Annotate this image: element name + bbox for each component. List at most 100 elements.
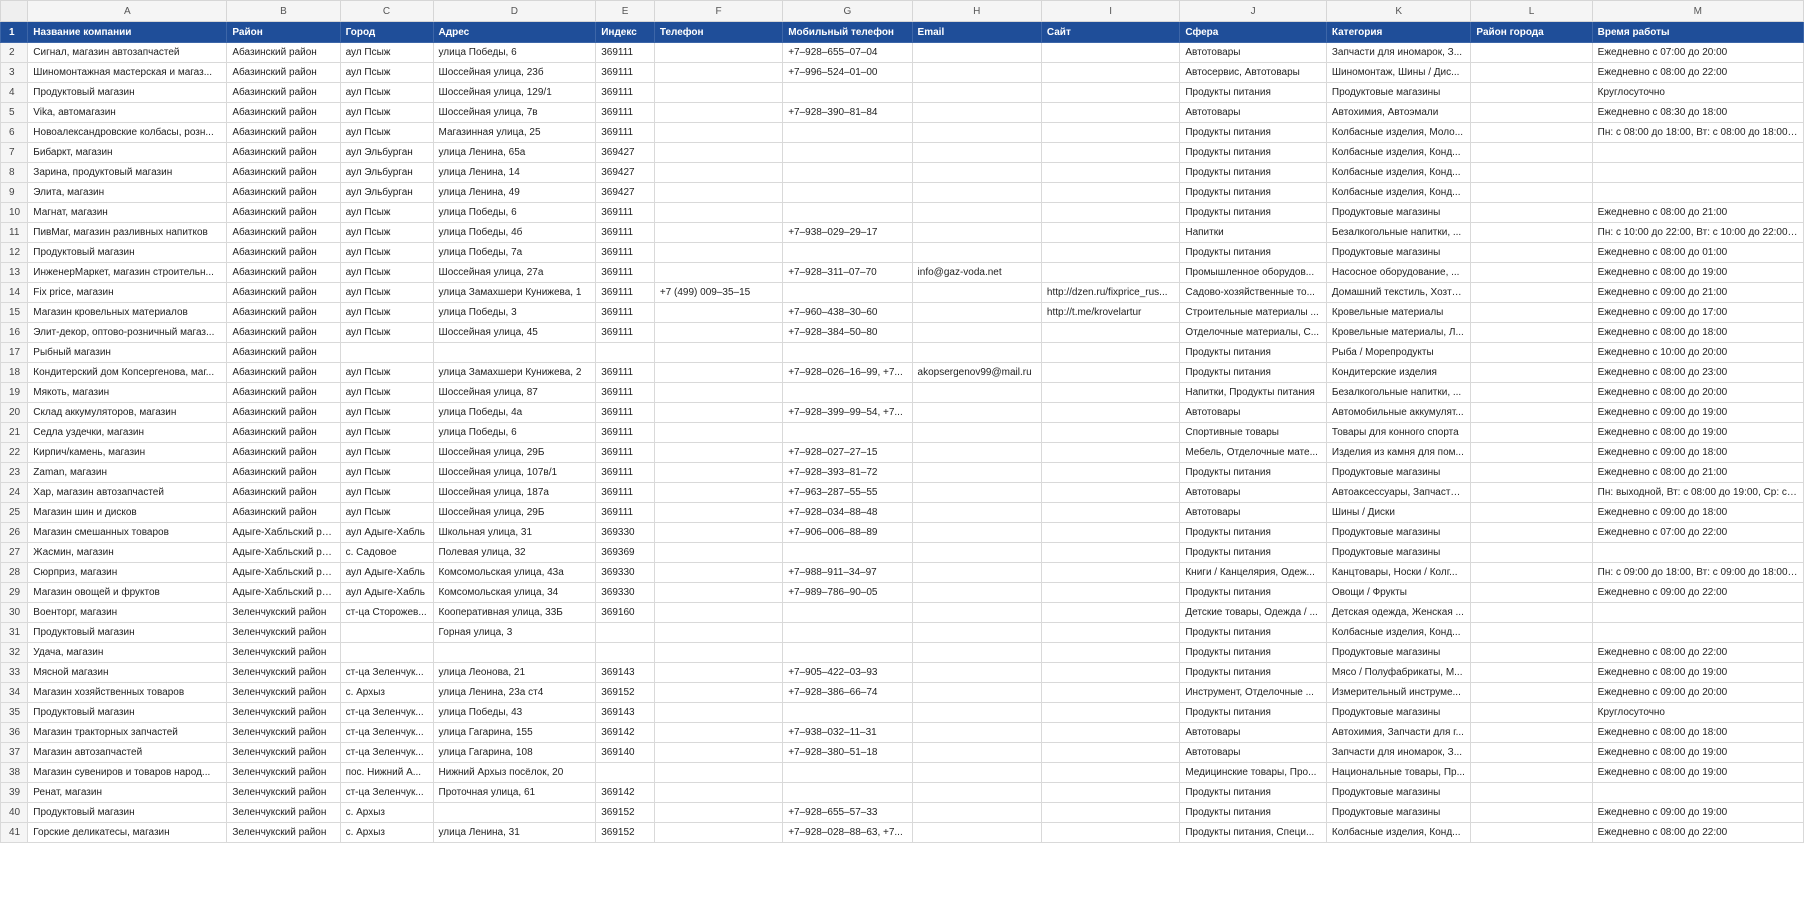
cell[interactable]	[782, 622, 913, 643]
cell[interactable]: улица Гагарина, 108	[432, 742, 597, 763]
cell[interactable]	[782, 202, 913, 223]
cell[interactable]	[653, 582, 784, 603]
cell[interactable]: Адыге-Хабльский район	[226, 522, 341, 543]
cell[interactable]	[1040, 242, 1181, 263]
cell[interactable]: 369427	[595, 182, 655, 203]
cell[interactable]	[1040, 222, 1181, 243]
header-cell[interactable]: Email	[911, 21, 1042, 43]
cell[interactable]: Ежедневно с 08:00 до 18:00	[1591, 322, 1804, 343]
cell[interactable]	[782, 242, 913, 263]
cell[interactable]	[653, 722, 784, 743]
cell[interactable]	[653, 242, 784, 263]
cell[interactable]: Zaman, магазин	[27, 462, 228, 483]
cell[interactable]: Магазин кровельных материалов	[27, 302, 228, 323]
cell[interactable]: Детская одежда, Женская ...	[1325, 602, 1472, 623]
cell[interactable]	[911, 202, 1042, 223]
cell[interactable]: +7‒928‒028‒88‒63, +7...	[782, 822, 913, 843]
cell[interactable]: 369111	[595, 322, 655, 343]
cell[interactable]: http://t.me/krovelartur	[1040, 302, 1181, 323]
cell[interactable]: аул Псыж	[339, 502, 434, 523]
cell[interactable]	[911, 102, 1042, 123]
cell[interactable]: Рыба / Морепродукты	[1325, 342, 1472, 363]
cell[interactable]	[911, 462, 1042, 483]
cell[interactable]: Колбасные изделия, Конд...	[1325, 142, 1472, 163]
cell[interactable]: Медицинские товары, Про...	[1179, 762, 1327, 783]
cell[interactable]: Абазинский район	[226, 482, 341, 503]
cell[interactable]: +7‒928‒655‒07‒04	[782, 42, 913, 63]
cell[interactable]: Хар, магазин автозапчастей	[27, 482, 228, 503]
row-number[interactable]: 22	[0, 442, 29, 463]
cell[interactable]	[911, 522, 1042, 543]
cell[interactable]	[1470, 382, 1593, 403]
cell[interactable]	[911, 402, 1042, 423]
cell[interactable]: ст-ца Зеленчук...	[339, 662, 434, 683]
cell[interactable]: Кооперативная улица, 33Б	[432, 602, 597, 623]
row-number[interactable]: 20	[0, 402, 29, 423]
cell[interactable]: Абазинский район	[226, 442, 341, 463]
cell[interactable]: ПивМаг, магазин разливных напитков	[27, 222, 228, 243]
cell[interactable]: 369152	[595, 802, 655, 823]
cell[interactable]	[782, 602, 913, 623]
cell[interactable]	[911, 322, 1042, 343]
cell[interactable]: +7‒928‒390‒81‒84	[782, 102, 913, 123]
cell[interactable]	[1470, 422, 1593, 443]
cell[interactable]: ст-ца Зеленчук...	[339, 782, 434, 803]
cell[interactable]: аул Псыж	[339, 202, 434, 223]
cell[interactable]: 369427	[595, 142, 655, 163]
cell[interactable]: Vika, автомагазин	[27, 102, 228, 123]
cell[interactable]: Шоссейная улица, 29Б	[432, 502, 597, 523]
cell[interactable]	[1470, 222, 1593, 243]
cell[interactable]	[1040, 802, 1181, 823]
cell[interactable]: Канцтовары, Носки / Колг...	[1325, 562, 1472, 583]
row-number[interactable]: 6	[0, 122, 29, 143]
cell[interactable]: Зеленчукский район	[226, 642, 341, 663]
cell[interactable]: улица Победы, 6	[432, 42, 597, 63]
cell[interactable]: 369111	[595, 102, 655, 123]
cell[interactable]: Продукты питания	[1179, 142, 1327, 163]
cell[interactable]: Абазинский район	[226, 262, 341, 283]
cell[interactable]: аул Псыж	[339, 302, 434, 323]
cell[interactable]: аул Псыж	[339, 122, 434, 143]
cell[interactable]	[653, 502, 784, 523]
cell[interactable]: с. Архыз	[339, 802, 434, 823]
cell[interactable]	[1040, 542, 1181, 563]
cell[interactable]: Ежедневно с 08:00 до 18:00	[1591, 722, 1804, 743]
row-number[interactable]: 7	[0, 142, 29, 163]
cell[interactable]: Кондитерские изделия	[1325, 362, 1472, 383]
cell[interactable]: Ежедневно с 08:00 до 22:00	[1591, 822, 1804, 843]
cell[interactable]	[1470, 762, 1593, 783]
cell[interactable]	[911, 42, 1042, 63]
cell[interactable]	[595, 762, 655, 783]
row-number[interactable]: 27	[0, 542, 29, 563]
cell[interactable]	[1470, 102, 1593, 123]
cell[interactable]: с. Архыз	[339, 682, 434, 703]
cell[interactable]	[653, 162, 784, 183]
cell[interactable]: Ежедневно с 08:00 до 19:00	[1591, 742, 1804, 763]
cell[interactable]	[1040, 262, 1181, 283]
header-cell[interactable]: Индекс	[595, 21, 655, 43]
cell[interactable]: Ежедневно с 09:00 до 19:00	[1591, 802, 1804, 823]
cell[interactable]: Бибаркт, магазин	[27, 142, 228, 163]
row-number[interactable]: 9	[0, 182, 29, 203]
cell[interactable]: Колбасные изделия, Конд...	[1325, 622, 1472, 643]
cell[interactable]	[1591, 162, 1804, 183]
cell[interactable]: Ежедневно с 08:00 до 19:00	[1591, 662, 1804, 683]
cell[interactable]: +7‒928‒311‒07‒70	[782, 262, 913, 283]
cell[interactable]	[911, 822, 1042, 843]
cell[interactable]: Автохимия, Автоэмали	[1325, 102, 1472, 123]
cell[interactable]	[1470, 282, 1593, 303]
row-number[interactable]: 15	[0, 302, 29, 323]
header-cell[interactable]: Мобильный телефон	[782, 21, 913, 43]
cell[interactable]: +7‒928‒380‒51‒18	[782, 742, 913, 763]
cell[interactable]: Ежедневно с 08:00 до 22:00	[1591, 62, 1804, 83]
cell[interactable]: Адыге-Хабльский район	[226, 582, 341, 603]
cell[interactable]: Безалкогольные напитки, ...	[1325, 382, 1472, 403]
column-header-g[interactable]: G	[782, 0, 913, 22]
row-number[interactable]: 37	[0, 742, 29, 763]
row-number[interactable]: 29	[0, 582, 29, 603]
cell[interactable]: 369111	[595, 202, 655, 223]
cell[interactable]: Зеленчукский район	[226, 722, 341, 743]
cell[interactable]: Ежедневно с 08:00 до 01:00	[1591, 242, 1804, 263]
cell[interactable]: с. Архыз	[339, 822, 434, 843]
column-header-e[interactable]: E	[595, 0, 655, 22]
